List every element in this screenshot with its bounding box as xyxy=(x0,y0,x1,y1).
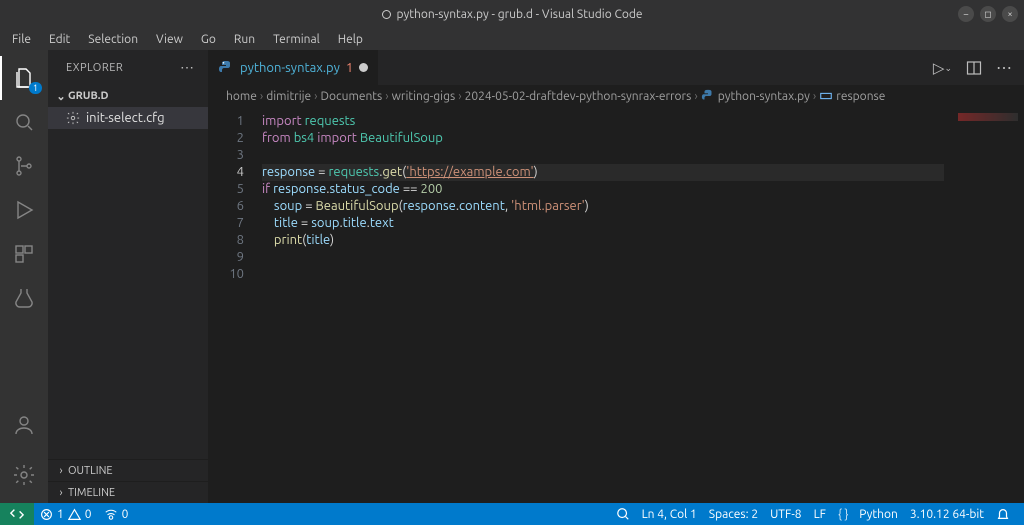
breadcrumb-part[interactable]: Documents xyxy=(321,90,383,103)
extensions-activity-icon[interactable] xyxy=(0,232,48,276)
breadcrumb-part[interactable]: writing-gigs xyxy=(392,90,456,103)
explorer-more-icon[interactable]: ⋯ xyxy=(180,59,196,76)
problems-status[interactable]: 1 0 xyxy=(34,503,98,525)
menu-terminal[interactable]: Terminal xyxy=(265,31,328,48)
activity-bar: 1 xyxy=(0,50,48,503)
title-bar: python-syntax.py - grub.d - Visual Studi… xyxy=(0,0,1024,28)
minimap[interactable] xyxy=(944,107,1024,503)
tab-problem-count: 1 xyxy=(346,61,353,75)
error-count: 1 xyxy=(57,508,64,521)
menu-go[interactable]: Go xyxy=(193,31,224,48)
code-line[interactable]: if response.status_code == 200 xyxy=(262,181,944,198)
chevron-down-icon: ⌄ xyxy=(54,90,68,103)
code-line[interactable] xyxy=(262,147,944,164)
code-line[interactable] xyxy=(262,266,944,283)
editor-more-icon[interactable]: ⋯ xyxy=(996,58,1012,77)
notifications-icon[interactable] xyxy=(990,503,1016,525)
status-bar: 1 0 0 Ln 4, Col 1 Spaces: 2 UTF-8 LF { }… xyxy=(0,503,1024,525)
gutter: 12345678910 xyxy=(208,107,262,503)
editor-tab[interactable]: python-syntax.py 1 xyxy=(208,50,379,85)
ports-count: 0 xyxy=(122,508,129,521)
menu-help[interactable]: Help xyxy=(330,31,371,48)
explorer-title: EXPLORER xyxy=(66,62,123,74)
language-mode[interactable]: { } Python xyxy=(832,503,904,525)
close-window-button[interactable]: × xyxy=(1002,6,1018,22)
code-line[interactable]: soup = BeautifulSoup(response.content, '… xyxy=(262,198,944,215)
window-title: python-syntax.py - grub.d - Visual Studi… xyxy=(397,8,643,21)
modified-indicator-icon xyxy=(382,10,391,19)
code-line[interactable] xyxy=(262,249,944,266)
search-activity-icon[interactable] xyxy=(0,100,48,144)
menu-file[interactable]: File xyxy=(4,31,39,48)
indentation-status[interactable]: Spaces: 2 xyxy=(703,503,764,525)
explorer-activity-icon[interactable]: 1 xyxy=(0,56,48,100)
run-debug-activity-icon[interactable] xyxy=(0,188,48,232)
root-folder-name: GRUB.D xyxy=(68,90,109,102)
breadcrumb-part[interactable]: 2024-05-02-draftdev-python-synrax-errors xyxy=(465,90,692,103)
ports-status[interactable]: 0 xyxy=(98,503,135,525)
menu-edit[interactable]: Edit xyxy=(41,31,78,48)
source-control-activity-icon[interactable] xyxy=(0,144,48,188)
sidebar: EXPLORER ⋯ ⌄ GRUB.D init-select.cfg › OU… xyxy=(48,50,208,503)
menu-selection[interactable]: Selection xyxy=(80,31,146,48)
menu-run[interactable]: Run xyxy=(226,31,263,48)
tab-bar: python-syntax.py 1 ▷⌄ ⋯ xyxy=(208,50,1024,85)
maximize-button[interactable]: ◻ xyxy=(980,6,996,22)
python-interpreter[interactable]: 3.10.12 64-bit xyxy=(904,503,990,525)
feedback-icon[interactable] xyxy=(610,503,636,525)
settings-activity-icon[interactable] xyxy=(0,453,48,497)
breadcrumb-part[interactable]: dimitrije xyxy=(266,90,311,103)
python-file-icon xyxy=(218,60,234,76)
config-file-icon xyxy=(66,111,80,125)
file-tree-item[interactable]: init-select.cfg xyxy=(48,107,208,129)
menu-view[interactable]: View xyxy=(148,31,191,48)
code-line[interactable]: from bs4 import BeautifulSoup xyxy=(262,130,944,147)
warning-count: 0 xyxy=(85,508,92,521)
remote-button[interactable] xyxy=(0,503,34,525)
breadcrumb-part[interactable]: home xyxy=(226,90,257,103)
split-editor-icon[interactable] xyxy=(966,60,982,76)
breadcrumb-file[interactable]: python-syntax.py xyxy=(718,90,810,103)
encoding-status[interactable]: UTF-8 xyxy=(764,503,807,525)
file-name: init-select.cfg xyxy=(86,111,165,125)
timeline-label: TIMELINE xyxy=(68,487,115,499)
tab-filename: python-syntax.py xyxy=(240,61,340,75)
outline-section[interactable]: › OUTLINE xyxy=(48,459,208,481)
eol-status[interactable]: LF xyxy=(808,503,832,525)
timeline-section[interactable]: › TIMELINE xyxy=(48,481,208,503)
outline-label: OUTLINE xyxy=(68,465,113,477)
accounts-activity-icon[interactable] xyxy=(0,403,48,447)
code-line[interactable]: print(title) xyxy=(262,232,944,249)
text-editor[interactable]: 12345678910 import requestsfrom bs4 impo… xyxy=(208,107,1024,503)
breadcrumb-symbol[interactable]: response xyxy=(836,90,885,103)
code-line[interactable]: import requests xyxy=(262,113,944,130)
minimize-button[interactable]: – xyxy=(958,6,974,22)
testing-activity-icon[interactable] xyxy=(0,276,48,320)
code-area[interactable]: import requestsfrom bs4 import Beautiful… xyxy=(262,107,944,503)
tab-modified-icon xyxy=(359,63,368,72)
folder-header[interactable]: ⌄ GRUB.D xyxy=(48,85,208,107)
code-line[interactable]: title = soup.title.text xyxy=(262,215,944,232)
python-file-icon xyxy=(701,89,715,103)
chevron-right-icon: › xyxy=(54,465,68,477)
breadcrumbs[interactable]: home› dimitrije› Documents› writing-gigs… xyxy=(208,85,1024,107)
editor-group: python-syntax.py 1 ▷⌄ ⋯ home› dimitrije›… xyxy=(208,50,1024,503)
run-button[interactable]: ▷⌄ xyxy=(933,59,952,77)
variable-symbol-icon xyxy=(819,89,833,103)
chevron-right-icon: › xyxy=(54,487,68,499)
cursor-position[interactable]: Ln 4, Col 1 xyxy=(636,503,703,525)
menu-bar: File Edit Selection View Go Run Terminal… xyxy=(0,28,1024,50)
explorer-badge: 1 xyxy=(29,82,42,94)
